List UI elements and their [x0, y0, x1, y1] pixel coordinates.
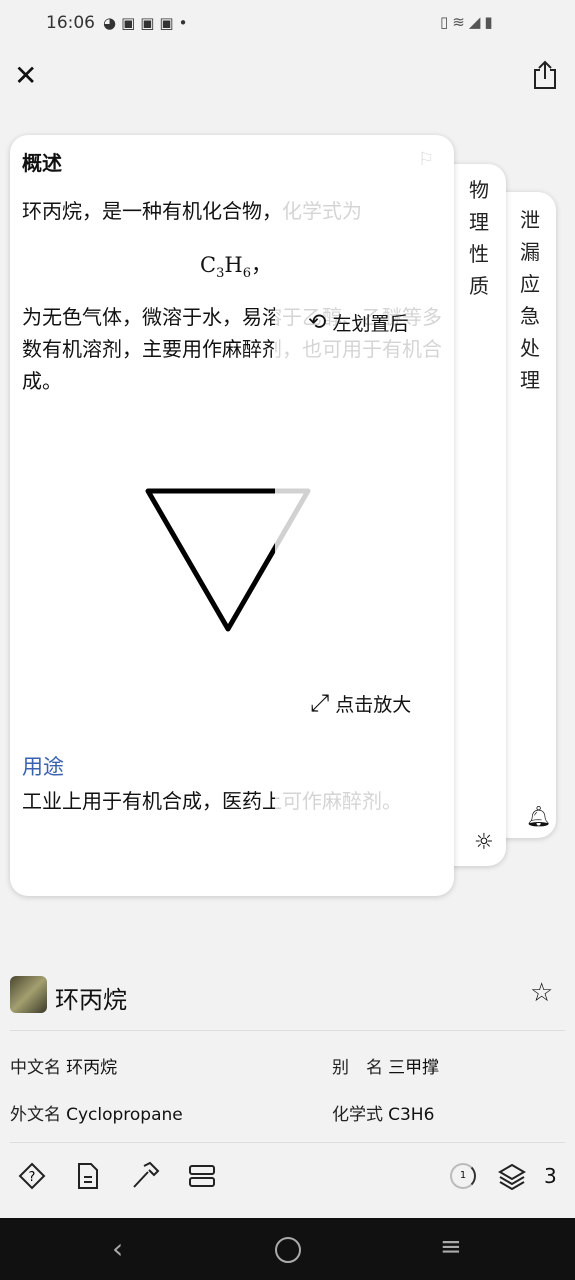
bell-icon[interactable]: 🔔︎ [526, 804, 551, 828]
expand-icon: ⤢ [310, 689, 330, 717]
field-foreign-name: 外文名 Cyclopropane [10, 1105, 183, 1125]
svg-text:?: ? [29, 1170, 36, 1185]
divider [10, 1142, 565, 1143]
layer-count: 3 [544, 1164, 557, 1188]
tab2-title: 物理性质 [469, 178, 489, 298]
document-icon[interactable] [76, 1162, 100, 1190]
card-overview[interactable]: 概述 ⚐ 环丙烷，是一种有机化合物，化学式为 C3H6， 为无色气体，微溶于水，… [10, 135, 454, 896]
page-indicator[interactable]: 1 [450, 1163, 476, 1189]
card-title: 概述 [22, 151, 62, 175]
navigation-bar: ‹ ≡ [0, 1218, 575, 1280]
notification-icons: ◕▣▣▣• [103, 14, 193, 32]
tab3-title: 泄漏应急处理 [520, 208, 540, 392]
usage-title: 用途 [22, 755, 64, 779]
home-icon[interactable] [275, 1237, 301, 1263]
entry-name: 环丙烷 [55, 986, 127, 1014]
menu-icon[interactable]: ≡ [440, 1232, 462, 1262]
field-alias: 别 名 三甲撑 [332, 1058, 440, 1078]
layout-icon[interactable] [188, 1164, 216, 1188]
layers-icon[interactable] [498, 1162, 526, 1190]
field-formula: 化学式 C3H6 [332, 1105, 435, 1125]
divider [10, 1030, 565, 1031]
close-icon[interactable]: ✕ [14, 62, 37, 90]
sun-icon[interactable]: ☼ [474, 832, 494, 854]
formula: C3H6， [200, 253, 272, 282]
star-icon[interactable]: ☆ [530, 978, 553, 1008]
status-time: 16:06 [46, 13, 95, 33]
flag-icon[interactable]: ⚐ [418, 149, 434, 170]
zoom-hint[interactable]: ⤢ 点击放大 [310, 689, 411, 717]
help-icon[interactable]: ? [18, 1162, 46, 1190]
status-bar: 16:06 ◕▣▣▣• ▯≋◢▮ [0, 0, 575, 48]
system-icons: ▯≋◢▮ [440, 13, 497, 31]
swipe-hint: ⟲ 左划置后 [308, 310, 409, 335]
back-icon[interactable]: ‹ [112, 1232, 123, 1265]
hammer-icon[interactable] [130, 1160, 160, 1190]
rotate-icon: ⟲ [308, 310, 327, 335]
field-chinese-name: 中文名 环丙烷 [10, 1058, 118, 1078]
entry-thumbnail [10, 976, 47, 1013]
share-icon[interactable] [532, 60, 558, 90]
hint-overlay [275, 190, 445, 850]
